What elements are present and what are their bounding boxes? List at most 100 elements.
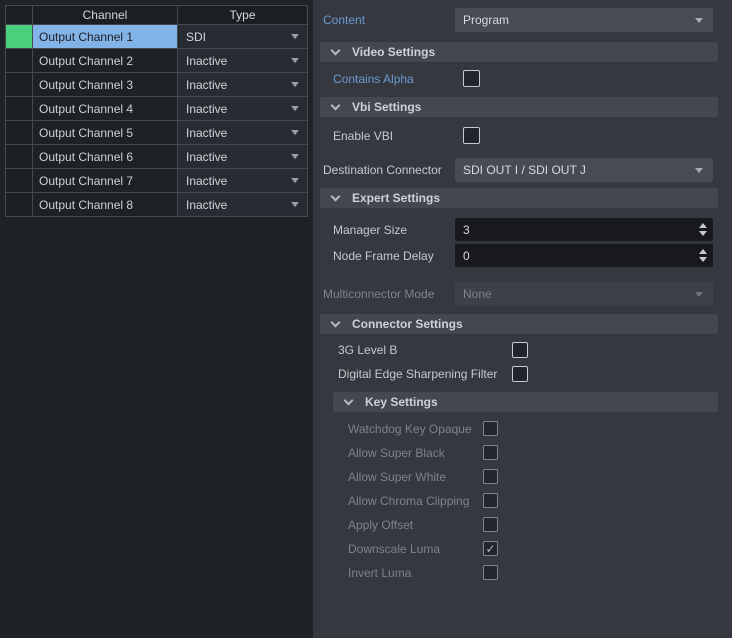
type-cell[interactable]: Inactive <box>178 169 308 193</box>
chevron-down-icon <box>291 82 299 87</box>
downscale-luma-checkbox-checked: ✓ <box>483 541 498 556</box>
contains-alpha-row: Contains Alpha <box>323 70 713 87</box>
chevron-down-icon <box>291 106 299 111</box>
table-row: Output Channel 6 Inactive <box>6 145 308 169</box>
enable-vbi-row: Enable VBI <box>323 127 713 144</box>
row-indicator[interactable] <box>6 169 33 193</box>
node-frame-delay-value: 0 <box>463 249 470 263</box>
chevron-down-icon <box>331 101 341 111</box>
type-value: Inactive <box>186 126 227 140</box>
digital-edge-checkbox[interactable] <box>512 366 528 382</box>
multiconnector-mode-value: None <box>463 287 492 301</box>
check-icon: ✓ <box>485 543 495 555</box>
node-frame-delay-spinbox[interactable]: 0 <box>455 244 713 267</box>
section-key-settings[interactable]: Key Settings <box>333 392 718 412</box>
type-dropdown[interactable]: Inactive <box>186 102 299 116</box>
section-video-settings[interactable]: Video Settings <box>320 42 718 62</box>
manager-size-value: 3 <box>463 223 470 237</box>
table-row: Output Channel 1 SDI <box>6 25 308 49</box>
type-cell[interactable]: Inactive <box>178 145 308 169</box>
downscale-luma-row: Downscale Luma ✓ <box>323 541 713 556</box>
table-row: Output Channel 5 Inactive <box>6 121 308 145</box>
type-value: Inactive <box>186 174 227 188</box>
digital-edge-label: Digital Edge Sharpening Filter <box>338 367 512 381</box>
manager-size-label: Manager Size <box>333 223 455 237</box>
spin-down-icon[interactable] <box>699 231 707 236</box>
table-row: Output Channel 2 Inactive <box>6 49 308 73</box>
channel-cell[interactable]: Output Channel 7 <box>33 169 178 193</box>
spin-down-icon[interactable] <box>699 257 707 262</box>
section-connector-settings[interactable]: Connector Settings <box>320 314 718 334</box>
channel-cell[interactable]: Output Channel 5 <box>33 121 178 145</box>
destination-connector-label: Destination Connector <box>323 163 455 177</box>
row-indicator[interactable] <box>6 97 33 121</box>
section-vbi-settings[interactable]: Vbi Settings <box>320 97 718 117</box>
type-cell[interactable]: Inactive <box>178 121 308 145</box>
type-cell[interactable]: SDI <box>178 25 308 49</box>
multiconnector-mode-label: Multiconnector Mode <box>323 287 455 301</box>
chevron-down-icon <box>291 202 299 207</box>
row-indicator[interactable] <box>6 193 33 217</box>
multiconnector-mode-dropdown: None <box>455 282 713 306</box>
allow-super-black-checkbox <box>483 445 498 460</box>
type-dropdown[interactable]: SDI <box>186 30 299 44</box>
apply-offset-row: Apply Offset <box>323 517 713 532</box>
channel-cell[interactable]: Output Channel 8 <box>33 193 178 217</box>
allow-chroma-clipping-label: Allow Chroma Clipping <box>348 494 483 508</box>
type-value: Inactive <box>186 78 227 92</box>
destination-connector-dropdown[interactable]: SDI OUT I / SDI OUT J <box>455 158 713 182</box>
spin-up-icon[interactable] <box>699 223 707 228</box>
row-indicator[interactable] <box>6 49 33 73</box>
downscale-luma-label: Downscale Luma <box>348 542 483 556</box>
channel-cell[interactable]: Output Channel 6 <box>33 145 178 169</box>
channel-column-header: Channel <box>33 6 178 25</box>
allow-chroma-clipping-checkbox <box>483 493 498 508</box>
spin-up-icon[interactable] <box>699 249 707 254</box>
enable-vbi-label: Enable VBI <box>333 129 463 143</box>
table-header-row: Channel Type <box>6 6 308 25</box>
3g-level-b-checkbox[interactable] <box>512 342 528 358</box>
channel-cell[interactable]: Output Channel 1 <box>33 25 178 49</box>
row-indicator[interactable] <box>6 145 33 169</box>
type-cell[interactable]: Inactive <box>178 73 308 97</box>
table-row: Output Channel 3 Inactive <box>6 73 308 97</box>
node-frame-delay-row: Node Frame Delay 0 <box>323 244 713 267</box>
type-dropdown[interactable]: Inactive <box>186 78 299 92</box>
section-expert-settings[interactable]: Expert Settings <box>320 188 718 208</box>
row-indicator-active[interactable] <box>6 25 33 49</box>
type-value: Inactive <box>186 198 227 212</box>
type-dropdown[interactable]: Inactive <box>186 174 299 188</box>
invert-luma-row: Invert Luma <box>323 565 713 580</box>
3g-level-b-row: 3G Level B <box>323 342 713 358</box>
type-dropdown[interactable]: Inactive <box>186 54 299 68</box>
row-indicator-header <box>6 6 33 25</box>
channel-cell[interactable]: Output Channel 2 <box>33 49 178 73</box>
content-dropdown[interactable]: Program <box>455 8 713 32</box>
allow-super-black-label: Allow Super Black <box>348 446 483 460</box>
table-row: Output Channel 8 Inactive <box>6 193 308 217</box>
node-frame-delay-label: Node Frame Delay <box>333 249 455 263</box>
table-row: Output Channel 4 Inactive <box>6 97 308 121</box>
channel-cell[interactable]: Output Channel 4 <box>33 97 178 121</box>
chevron-down-icon <box>331 46 341 56</box>
row-indicator[interactable] <box>6 73 33 97</box>
type-dropdown[interactable]: Inactive <box>186 126 299 140</box>
type-cell[interactable]: Inactive <box>178 97 308 121</box>
apply-offset-label: Apply Offset <box>348 518 483 532</box>
type-cell[interactable]: Inactive <box>178 49 308 73</box>
section-title: Video Settings <box>352 45 435 59</box>
row-indicator[interactable] <box>6 121 33 145</box>
contains-alpha-checkbox[interactable] <box>463 70 480 87</box>
chevron-down-icon <box>695 168 703 173</box>
type-dropdown[interactable]: Inactive <box>186 150 299 164</box>
channel-table-panel: Channel Type Output Channel 1 SDI Output… <box>0 0 313 638</box>
content-value: Program <box>463 13 509 27</box>
manager-size-spinbox[interactable]: 3 <box>455 218 713 241</box>
chevron-down-icon <box>695 292 703 297</box>
enable-vbi-checkbox[interactable] <box>463 127 480 144</box>
chevron-down-icon <box>331 192 341 202</box>
type-cell[interactable]: Inactive <box>178 193 308 217</box>
type-dropdown[interactable]: Inactive <box>186 198 299 212</box>
chevron-down-icon <box>291 178 299 183</box>
channel-cell[interactable]: Output Channel 3 <box>33 73 178 97</box>
